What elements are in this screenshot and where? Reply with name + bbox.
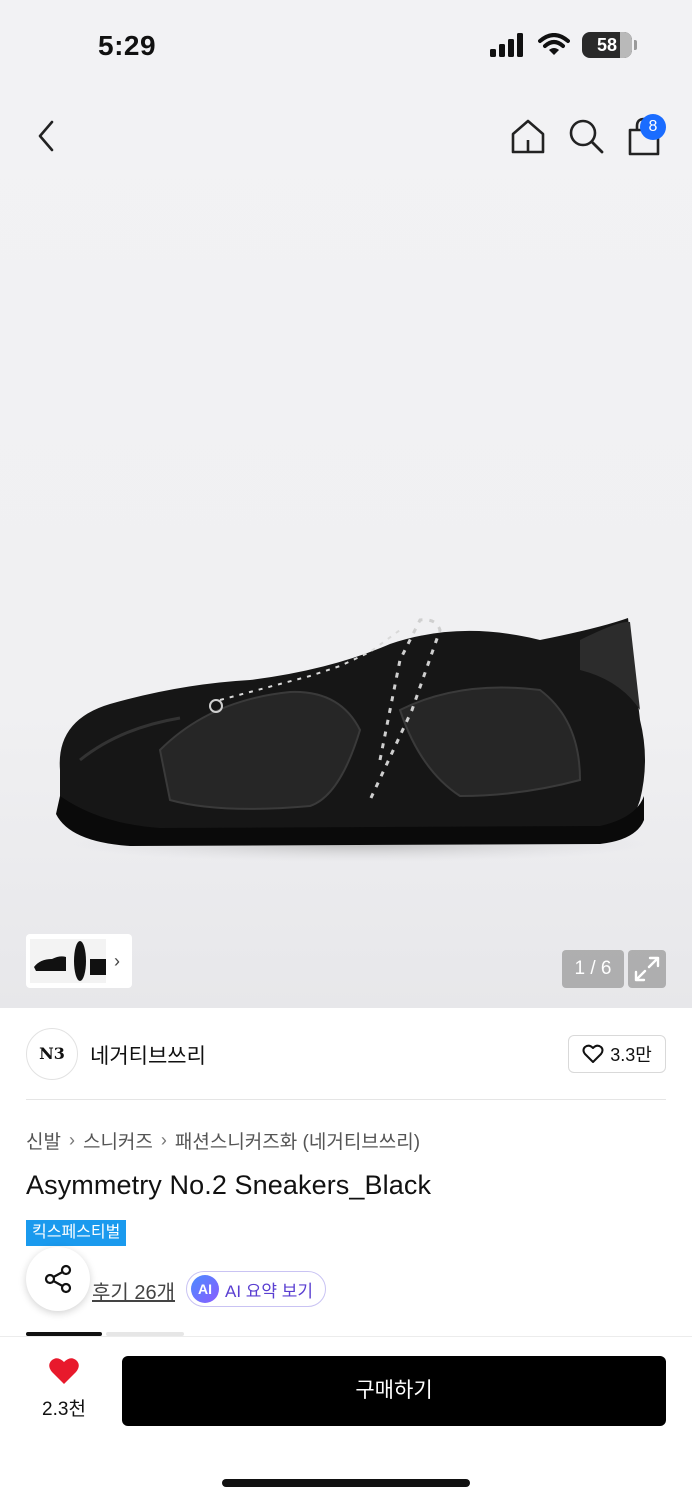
wishlist-count: 2.3천 bbox=[42, 1399, 86, 1420]
brand-like-count: 3.3만 bbox=[610, 1045, 652, 1065]
breadcrumb-item[interactable]: 패션스니커즈화 (네거티브쓰리) bbox=[175, 1127, 420, 1154]
chevron-right-icon[interactable]: › bbox=[114, 951, 120, 972]
ai-icon: AI bbox=[191, 1275, 219, 1303]
cart-count-badge: 8 bbox=[640, 114, 666, 140]
breadcrumb-item[interactable]: 신발 bbox=[26, 1127, 61, 1154]
home-indicator bbox=[222, 1479, 470, 1487]
home-icon[interactable] bbox=[508, 116, 548, 156]
status-icons: 58 bbox=[490, 32, 637, 58]
heart-outline-icon bbox=[582, 1044, 604, 1063]
heart-filled-icon bbox=[49, 1358, 79, 1384]
breadcrumb: 신발 › 스니커즈 › 패션스니커즈화 (네거티브쓰리) bbox=[26, 1127, 420, 1154]
top-nav bbox=[0, 108, 692, 164]
battery-icon: 58 bbox=[582, 32, 637, 58]
ai-summary-button[interactable]: AI AI 요약 보기 bbox=[186, 1271, 327, 1307]
brand-row[interactable]: N3 네거티브쓰리 3.3만 bbox=[26, 1028, 666, 1080]
expand-icon[interactable] bbox=[628, 950, 666, 988]
product-title: Asymmetry No.2 Sneakers_Black bbox=[26, 1170, 432, 1200]
thumbnail-image[interactable] bbox=[30, 939, 106, 983]
brand-name[interactable]: 네거티브쓰리 bbox=[90, 1040, 206, 1070]
battery-level: 58 bbox=[596, 35, 618, 55]
promo-badge: 킥스페스티벌 bbox=[26, 1220, 127, 1246]
back-arrow-icon[interactable] bbox=[28, 114, 64, 158]
bottom-action-bar: 2.3천 구매하기 bbox=[0, 1336, 692, 1500]
divider bbox=[26, 1099, 666, 1100]
wifi-icon bbox=[538, 33, 570, 55]
chevron-right-icon: › bbox=[68, 1130, 75, 1150]
status-time: 5:29 bbox=[98, 30, 157, 61]
brand-logo[interactable]: N3 bbox=[26, 1028, 78, 1080]
ai-summary-label: AI 요약 보기 bbox=[225, 1281, 314, 1301]
signal-icon bbox=[490, 33, 523, 57]
thumbnail-strip[interactable]: › bbox=[26, 934, 132, 988]
review-link[interactable]: 후기 26개 bbox=[92, 1276, 175, 1305]
breadcrumb-item[interactable]: 스니커즈 bbox=[83, 1127, 153, 1154]
wishlist-button[interactable]: 2.3천 bbox=[26, 1357, 102, 1421]
status-bar: 5:29 58 bbox=[0, 0, 692, 92]
search-icon[interactable] bbox=[566, 116, 606, 156]
share-button[interactable] bbox=[26, 1247, 90, 1311]
image-counter: 1 / 6 bbox=[562, 950, 624, 988]
chevron-right-icon: › bbox=[160, 1130, 167, 1150]
brand-like-button[interactable]: 3.3만 bbox=[568, 1035, 666, 1073]
share-icon bbox=[44, 1264, 72, 1294]
product-image bbox=[56, 618, 650, 862]
buy-button[interactable]: 구매하기 bbox=[122, 1356, 666, 1426]
